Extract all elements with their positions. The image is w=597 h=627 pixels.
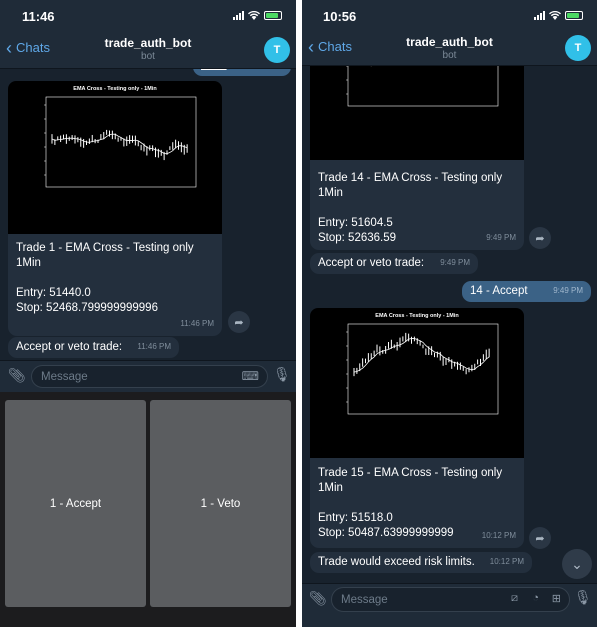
trade-message[interactable]: EMA Cross - Testing only - 1Min Trade 1 … [8, 81, 222, 336]
status-icons [233, 11, 282, 20]
trade-message[interactable]: Trade 14 - EMA Cross - Testing only 1Min… [310, 40, 524, 250]
wifi-icon [248, 11, 260, 20]
share-button[interactable]: ➦ [228, 311, 250, 333]
status-time: 10:56 [323, 9, 357, 24]
paperclip-icon[interactable]: 📎︎ [8, 367, 26, 384]
battery-icon [264, 11, 282, 20]
keyboard-toggle-icon[interactable]: ⌨ [242, 369, 259, 383]
candlestick-chart: EMA Cross - Testing only - 1Min [44, 86, 197, 188]
wifi-icon [549, 11, 561, 20]
message-time: 11:46 PM [180, 319, 214, 328]
message-time: 9:49 PM [440, 258, 470, 267]
share-icon: ➦ [535, 532, 545, 545]
message-time: 9:49 PM [553, 286, 583, 295]
status-icons [534, 11, 583, 20]
signal-icon [233, 11, 244, 20]
message-time: 10:12 PM [481, 531, 516, 540]
chat-subtitle: bot [141, 51, 155, 62]
scroll-down-button[interactable]: ⌄ [562, 549, 592, 579]
left-phone-screen: 11:46 ‹ Chats trade_auth_bot bot T /star… [0, 0, 296, 627]
accept-button[interactable]: 1 - Accept [5, 400, 146, 607]
chat-title-block[interactable]: trade_auth_bot bot [302, 35, 597, 61]
message-text: Trade would exceed risk limits. [318, 556, 475, 568]
message-text: 14 - Accept [470, 285, 528, 297]
microphone-icon[interactable]: 🎙︎ [273, 366, 291, 383]
message-time: 11:46 PM [137, 342, 171, 351]
chart-frame [45, 96, 197, 188]
message-text: Trade 1 - EMA Cross - Testing only 1Min … [16, 242, 194, 314]
trade-message[interactable]: EMA Cross - Testing only - 1Min Trade 15… [310, 308, 524, 548]
share-icon: ➦ [535, 232, 545, 245]
incoming-message[interactable]: Trade would exceed risk limits. 10:12 PM [310, 552, 532, 573]
message-input[interactable]: Message ⌨ [31, 365, 268, 388]
signal-icon [534, 11, 545, 20]
timer-icon[interactable]: ◔ [532, 592, 539, 604]
chat-title: trade_auth_bot [104, 36, 192, 50]
message-input[interactable]: Message ⧄ ◔ ⊞ [331, 587, 570, 612]
share-icon: ➦ [234, 316, 244, 329]
chat-header: 10:56 ‹ Chats trade_auth_bot bot T [302, 0, 597, 66]
chat-subtitle: bot [442, 50, 457, 61]
bot-keyboard-icon[interactable]: ⊞ [552, 592, 561, 605]
chat-title-block[interactable]: trade_auth_bot bot [0, 36, 296, 62]
candlestick-chart: EMA Cross - Testing only - 1Min [346, 313, 499, 415]
chat-header: 11:46 ‹ Chats trade_auth_bot bot T [0, 0, 296, 69]
chart-frame [347, 323, 499, 415]
message-input-bar: 📎︎ Message ⌨ 🎙︎ [0, 360, 296, 393]
status-time: 11:46 [22, 9, 55, 24]
trade-chart-image[interactable]: EMA Cross - Testing only - 1Min [8, 81, 222, 234]
avatar[interactable]: T [565, 35, 591, 61]
message-time: 10:12 PM [489, 557, 524, 566]
incoming-message[interactable]: Accept or veto trade: 11:46 PM [8, 337, 179, 358]
message-input-bar: 📎︎ Message ⧄ ◔ ⊞ 🎙︎ [302, 583, 597, 627]
message-text: Accept or veto trade: [318, 257, 425, 269]
message-text: Accept or veto trade: [16, 341, 123, 353]
veto-button[interactable]: 1 - Veto [150, 400, 291, 607]
chart-title: EMA Cross - Testing only - 1Min [73, 86, 157, 92]
message-time: 9:49 PM [486, 233, 516, 242]
trade-chart-image[interactable]: EMA Cross - Testing only - 1Min [310, 308, 524, 458]
outgoing-message[interactable]: 14 - Accept 9:49 PM [462, 281, 591, 302]
chevron-down-icon: ⌄ [571, 555, 583, 572]
command-icon[interactable]: ⧄ [511, 592, 518, 605]
incoming-message[interactable]: Accept or veto trade: 9:49 PM [310, 253, 478, 274]
avatar[interactable]: T [264, 37, 290, 63]
message-placeholder: Message [341, 593, 388, 606]
chat-title: trade_auth_bot [406, 35, 493, 49]
paperclip-icon[interactable]: 📎︎ [309, 590, 327, 607]
share-button[interactable]: ➦ [529, 227, 551, 249]
bot-keyboard: 1 - Accept 1 - Veto [0, 392, 296, 627]
share-button[interactable]: ➦ [529, 527, 551, 549]
right-phone-screen: 10:56 ‹ Chats trade_auth_bot bot T Trade… [302, 0, 597, 627]
chart-title: EMA Cross - Testing only - 1Min [375, 313, 459, 319]
battery-icon [565, 11, 583, 20]
message-placeholder: Message [41, 370, 88, 383]
microphone-icon[interactable]: 🎙︎ [574, 589, 592, 606]
